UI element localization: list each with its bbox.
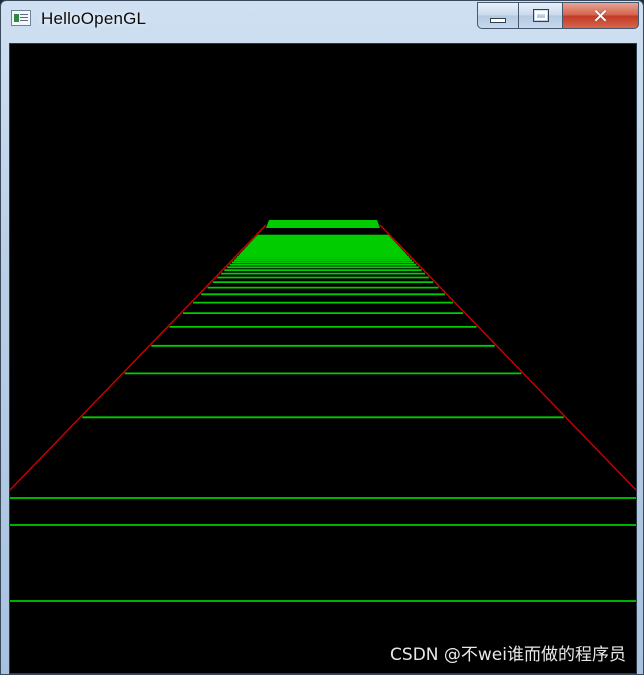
close-button[interactable]: ✕ xyxy=(563,2,639,29)
maximize-icon xyxy=(532,9,549,22)
right-rail-line xyxy=(379,224,636,491)
app-icon[interactable] xyxy=(11,10,31,26)
close-icon: ✕ xyxy=(592,3,609,28)
minimize-icon xyxy=(490,18,506,23)
far-tie-cluster xyxy=(266,220,380,228)
app-window: HelloOpenGL ✕ CSDN @不wei谁而做的程序员 xyxy=(0,0,644,675)
maximize-button[interactable] xyxy=(519,2,563,29)
title-bar[interactable]: HelloOpenGL ✕ xyxy=(1,1,644,37)
opengl-canvas[interactable]: CSDN @不wei谁而做的程序员 xyxy=(9,43,637,674)
window-title: HelloOpenGL xyxy=(41,9,147,28)
render-surface xyxy=(10,220,636,602)
left-rail-line xyxy=(10,224,267,491)
watermark-text: CSDN @不wei谁而做的程序员 xyxy=(390,645,626,665)
minimize-button[interactable] xyxy=(477,2,519,29)
